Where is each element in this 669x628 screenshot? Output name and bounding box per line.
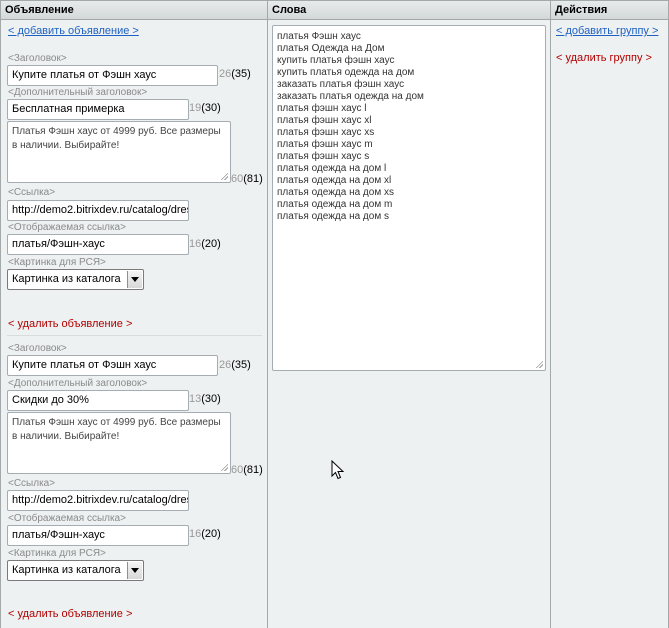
title-label: <Заголовок> — [8, 53, 67, 64]
link-input[interactable]: http://demo2.bitrixdev.ru/catalog/dresse… — [7, 200, 189, 221]
keyword-line: купить платья фэшн хаус — [277, 55, 395, 66]
column-divider — [550, 0, 551, 628]
title-counter: 26(35) — [219, 68, 251, 80]
title-input[interactable]: Купите платья от Фэшн хаус — [7, 65, 218, 86]
title-input[interactable]: Купите платья от Фэшн хаус — [7, 355, 218, 376]
mouse-pointer-icon — [331, 460, 345, 480]
actions-column — [551, 20, 668, 628]
keyword-line: платья одежда на дом s — [277, 211, 389, 222]
subtitle-label: <Дополнительный заголовок> — [8, 378, 148, 389]
title-counter: 26(35) — [219, 359, 251, 371]
column-divider — [267, 0, 268, 628]
add-ad-link[interactable]: < добавить объявление > — [8, 25, 139, 37]
display-link-label: <Отображаемая ссылка> — [8, 513, 126, 524]
text-counter: 60(81) — [231, 464, 263, 476]
chevron-down-icon[interactable] — [127, 271, 142, 288]
keyword-line: платья Фэшн хаус — [277, 31, 361, 42]
link-label: <Ссылка> — [8, 187, 56, 198]
delete-ad-link[interactable]: < удалить объявление > — [8, 318, 132, 330]
keyword-line: платья фэшн хаус s — [277, 151, 370, 162]
ad-text-area[interactable]: Платья Фэшн хаус от 4999 руб. Все размер… — [7, 412, 231, 474]
keyword-line: платья одежда на дом m — [277, 199, 393, 210]
resize-grip-icon[interactable] — [535, 360, 543, 368]
header-words: Слова — [272, 4, 307, 16]
keyword-line: платья фэшн хаус xl — [277, 115, 372, 126]
image-select[interactable]: Картинка из каталога — [7, 560, 144, 581]
subtitle-input[interactable]: Бесплатная примерка — [7, 99, 189, 120]
image-label: <Картинка для РСЯ> — [8, 257, 106, 268]
display-link-counter: 16(20) — [189, 238, 221, 250]
delete-ad-link[interactable]: < удалить объявление > — [8, 608, 132, 620]
subtitle-input[interactable]: Скидки до 30% — [7, 390, 189, 411]
link-input[interactable]: http://demo2.bitrixdev.ru/catalog/dresse… — [7, 490, 189, 511]
add-group-link[interactable]: < добавить группу > — [556, 25, 658, 37]
image-select[interactable]: Картинка из каталога — [7, 269, 144, 290]
delete-group-link[interactable]: < удалить группу > — [556, 52, 652, 64]
keyword-line: платья одежда на дом l — [277, 163, 387, 174]
display-link-label: <Отображаемая ссылка> — [8, 222, 126, 233]
keyword-line: заказать платья фэшн хаус — [277, 79, 405, 90]
link-label: <Ссылка> — [8, 478, 56, 489]
keyword-line: платья фэшн хаус xs — [277, 127, 375, 138]
ad-text-area[interactable]: Платья Фэшн хаус от 4999 руб. Все размер… — [7, 121, 231, 183]
keyword-line: заказать платья одежда на дом — [277, 91, 424, 102]
display-link-input[interactable]: платья/Фэшн-хаус — [7, 234, 189, 255]
chevron-down-icon[interactable] — [127, 562, 142, 579]
header-actions: Действия — [555, 4, 608, 16]
keyword-line: платья одежда на дом xl — [277, 175, 392, 186]
title-label: <Заголовок> — [8, 343, 67, 354]
table-header: Объявление Слова Действия — [1, 0, 668, 20]
keyword-line: купить платья одежда на дом — [277, 67, 415, 78]
subtitle-counter: 19(30) — [189, 102, 221, 114]
display-link-counter: 16(20) — [189, 528, 221, 540]
header-ad: Объявление — [5, 4, 74, 16]
subtitle-counter: 13(30) — [189, 393, 221, 405]
ad-separator — [7, 335, 262, 336]
keyword-line: платья фэшн хаус m — [277, 139, 373, 150]
resize-grip-icon[interactable] — [220, 172, 228, 180]
display-link-input[interactable]: платья/Фэшн-хаус — [7, 525, 189, 546]
keyword-line: платья Одежда на Дом — [277, 43, 385, 54]
keywords-textarea[interactable]: платья Фэшн хаус платья Одежда на Дом ку… — [272, 25, 546, 371]
resize-grip-icon[interactable] — [220, 463, 228, 471]
keyword-line: платья фэшн хаус l — [277, 103, 367, 114]
image-label: <Картинка для РСЯ> — [8, 548, 106, 559]
keyword-line: платья одежда на дом xs — [277, 187, 394, 198]
text-counter: 60(81) — [231, 173, 263, 185]
subtitle-label: <Дополнительный заголовок> — [8, 87, 148, 98]
